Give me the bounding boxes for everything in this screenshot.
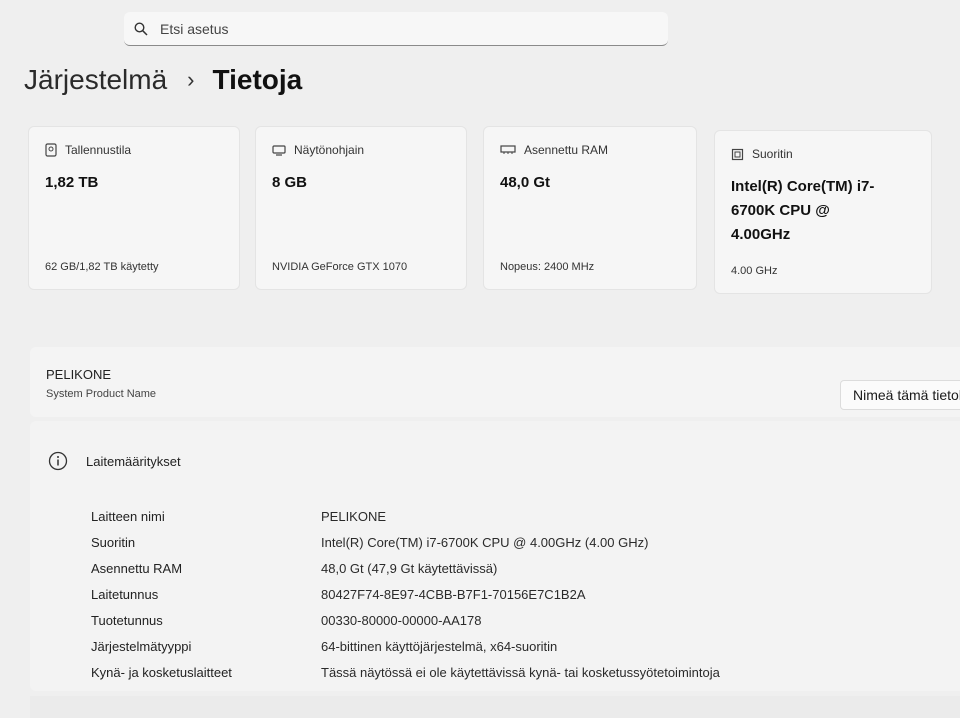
spec-value: PELIKONE bbox=[321, 509, 387, 524]
spec-row: Asennettu RAM 48,0 Gt (47,9 Gt käytettäv… bbox=[91, 561, 497, 576]
card-value: 48,0 Gt bbox=[500, 174, 551, 191]
page-title: Tietoja bbox=[212, 64, 303, 95]
card-label: Asennettu RAM bbox=[524, 143, 609, 157]
spec-row: Tuotetunnus 00330-80000-00000-AA178 bbox=[91, 613, 481, 628]
spec-key: Järjestelmätyyppi bbox=[91, 639, 192, 654]
spec-value: 64-bittinen käyttöjärjestelmä, x64-suori… bbox=[321, 639, 558, 654]
spec-value: 00330-80000-00000-AA178 bbox=[321, 613, 482, 628]
spec-value: Intel(R) Core(TM) i7-6700K CPU @ 4.00GHz… bbox=[321, 535, 649, 550]
spec-key: Asennettu RAM bbox=[91, 561, 183, 576]
breadcrumb: Järjestelmä › Tietoja bbox=[24, 64, 302, 96]
card-sub: 62 GB/1,82 TB käytetty bbox=[45, 261, 159, 273]
card-label: Näytönohjain bbox=[294, 143, 365, 157]
spec-row: Kynä- ja kosketuslaitteet Tässä näytössä… bbox=[91, 665, 720, 680]
spec-value: Tässä näytössä ei ole käytettävissä kynä… bbox=[321, 665, 720, 680]
spec-value: 80427F74-8E97-4CBB-B7F1-70156E7C1B2A bbox=[321, 587, 586, 602]
gpu-icon bbox=[272, 145, 286, 156]
spec-key: Tuotetunnus bbox=[91, 613, 163, 628]
search-icon bbox=[124, 21, 158, 36]
rename-pc-button[interactable]: Nimeä tämä tietokone bbox=[840, 380, 960, 410]
ram-icon bbox=[500, 145, 516, 154]
card-value: Intel(R) Core(TM) i7-6700K CPU @ 4.00GHz bbox=[731, 178, 875, 243]
spec-key: Laitteen nimi bbox=[91, 509, 165, 524]
spec-key: Laitetunnus bbox=[91, 587, 159, 602]
device-name-section: PELIKONE System Product Name Nimeä tämä … bbox=[30, 347, 960, 417]
breadcrumb-parent[interactable]: Järjestelmä bbox=[24, 64, 167, 96]
spec-key: Suoritin bbox=[91, 535, 136, 550]
gpu-card: Näytönohjain 8 GB NVIDIA GeForce GTX 107… bbox=[255, 126, 467, 290]
search-input[interactable] bbox=[158, 19, 642, 38]
spec-key: Kynä- ja kosketuslaitteet bbox=[91, 665, 232, 680]
card-sub: Nopeus: 2400 MHz bbox=[500, 261, 595, 273]
divider bbox=[30, 696, 960, 718]
spec-row: Laitteen nimi PELIKONE bbox=[91, 509, 386, 524]
ram-card: Asennettu RAM 48,0 Gt Nopeus: 2400 MHz bbox=[483, 126, 697, 290]
device-model: System Product Name bbox=[46, 388, 157, 400]
card-label: Suoritin bbox=[752, 147, 793, 161]
cpu-icon bbox=[731, 148, 744, 160]
storage-card: Tallennustila 1,82 TB 62 GB/1,82 TB käyt… bbox=[28, 126, 240, 290]
specs-title: Laitemääritykset bbox=[86, 453, 181, 469]
card-value: 8 GB bbox=[272, 174, 308, 191]
settings-window: Järjestelmä › Tietoja Tallennustila 1,82… bbox=[0, 0, 960, 718]
card-value: 1,82 TB bbox=[45, 174, 99, 191]
search-box[interactable] bbox=[124, 12, 668, 46]
spec-row: Laitetunnus 80427F74-8E97-4CBB-B7F1-7015… bbox=[91, 587, 586, 602]
card-sub: NVIDIA GeForce GTX 1070 bbox=[272, 261, 408, 273]
spec-row: Järjestelmätyyppi 64-bittinen käyttöjärj… bbox=[91, 639, 557, 654]
spec-row: Suoritin Intel(R) Core(TM) i7-6700K CPU … bbox=[91, 535, 648, 550]
device-specifications[interactable]: Laitemääritykset Laitteen nimi PELIKONE … bbox=[30, 421, 960, 691]
cpu-card: Suoritin Intel(R) Core(TM) i7-6700K CPU … bbox=[714, 130, 932, 294]
storage-icon bbox=[45, 143, 57, 157]
card-label: Tallennustila bbox=[65, 143, 132, 157]
device-name: PELIKONE bbox=[46, 367, 112, 382]
spec-value: 48,0 Gt (47,9 Gt käytettävissä) bbox=[321, 561, 498, 576]
card-sub: 4.00 GHz bbox=[731, 265, 778, 277]
chevron-right-icon: › bbox=[187, 67, 195, 92]
info-icon bbox=[48, 451, 68, 471]
